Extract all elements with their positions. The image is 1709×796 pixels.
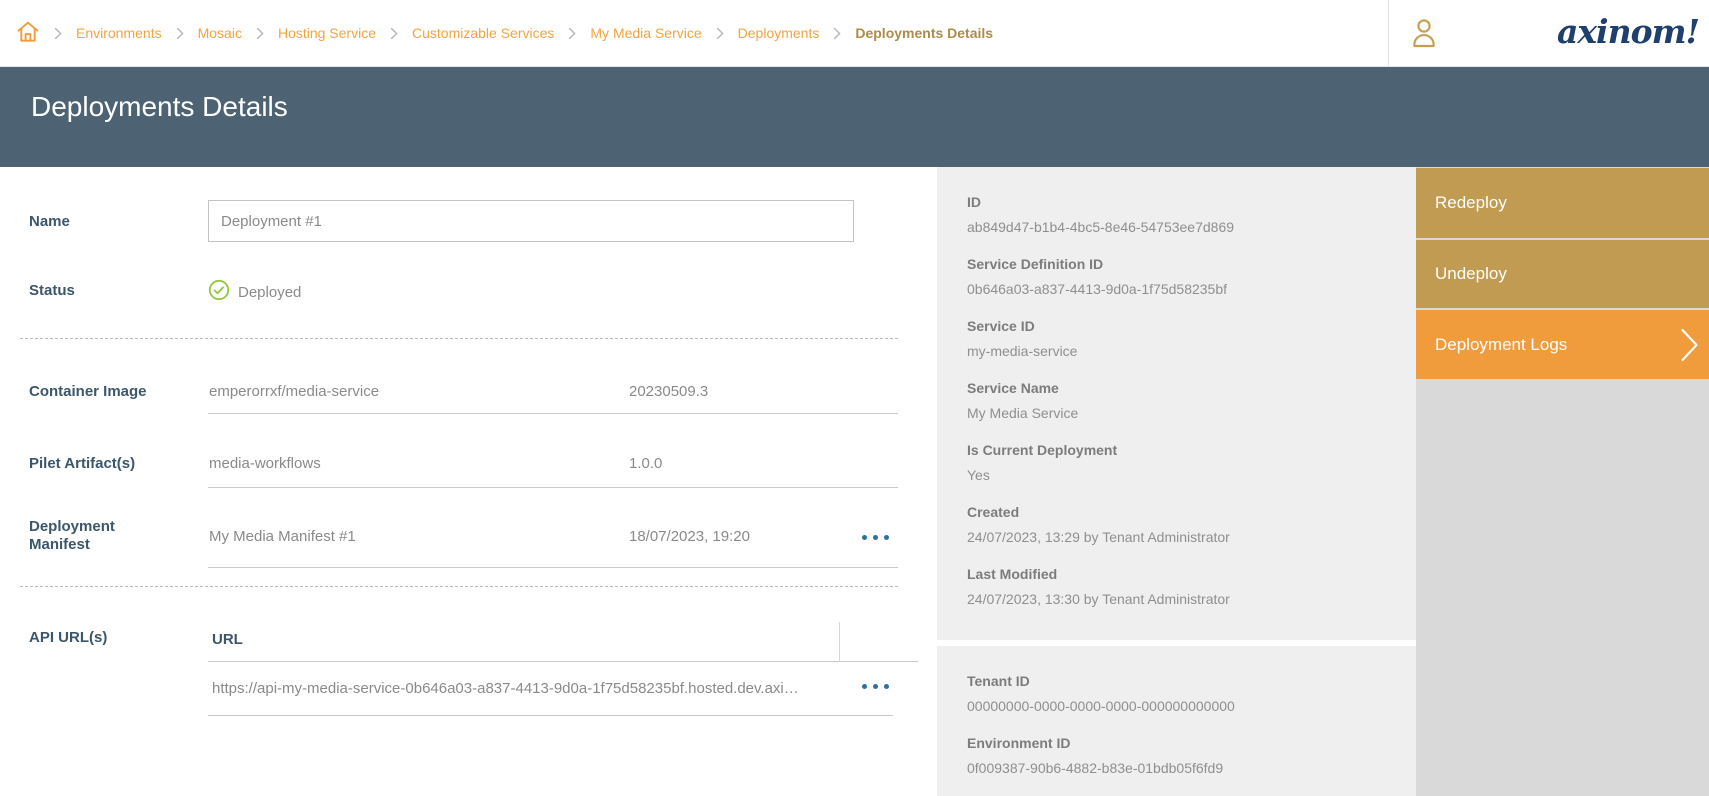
breadcrumb-item-customizable-services[interactable]: Customizable Services [412,25,554,41]
container-image-value: emperorrxf/media-service [209,383,379,401]
field-label: Service ID [967,317,1396,335]
home-icon [16,19,40,48]
info-field-last-modified: Last Modified 24/07/2023, 13:30 by Tenan… [967,565,1396,608]
undeploy-button-label: Undeploy [1435,264,1507,284]
field-value: 0b646a03-a837-4413-9d0a-1f75d58235bf [967,280,1396,298]
pilet-artifacts-label: Pilet Artifact(s) [29,455,189,473]
field-value: ab849d47-b1b4-4bc5-8e46-54753ee7d869 [967,218,1396,236]
redeploy-button[interactable]: Redeploy [1416,168,1709,238]
redeploy-button-label: Redeploy [1435,193,1507,213]
ellipsis-dot [862,684,867,689]
ellipsis-dot [873,535,878,540]
breadcrumb-item-mosaic[interactable]: Mosaic [198,25,242,41]
page-title: Deployments Details [0,67,1709,123]
deployment-manifest-label: Deployment Manifest [29,518,139,554]
details-side-panel: ID ab849d47-b1b4-4bc5-8e46-54753ee7d869 … [937,167,1416,796]
field-label: Environment ID [967,734,1396,752]
field-label: Is Current Deployment [967,441,1396,459]
chevron-right-icon [1680,327,1699,368]
field-label: Tenant ID [967,672,1396,690]
field-value: 00000000-0000-0000-0000-000000000000 [967,697,1396,715]
column-divider [839,622,840,662]
container-image-label: Container Image [29,383,189,401]
deployment-logs-button[interactable]: Deployment Logs [1416,310,1709,379]
api-url-text: https://api-my-media-service-0b646a03-a8… [212,680,799,697]
row-divider [208,413,898,414]
info-field-service-id: Service ID my-media-service [967,317,1396,360]
info-field-tenant-id: Tenant ID 00000000-0000-0000-0000-000000… [967,672,1396,715]
deployment-manifest-date: 18/07/2023, 19:20 [629,528,750,546]
main-content: Name Status Deployed Container Image emp… [0,167,937,796]
field-label: Service Definition ID [967,255,1396,273]
info-field-id: ID ab849d47-b1b4-4bc5-8e46-54753ee7d869 [967,193,1396,236]
chevron-right-icon [716,27,724,40]
row-divider [208,567,898,568]
field-value: 24/07/2023, 13:29 by Tenant Administrato… [967,528,1396,546]
chevron-right-icon [256,27,264,40]
field-label: Service Name [967,379,1396,397]
breadcrumb-item-deployments[interactable]: Deployments [738,25,820,41]
ellipsis-dot [862,535,867,540]
name-label: Name [29,213,189,231]
manifest-more-menu-button[interactable] [858,529,893,546]
axinom-logo[interactable]: axinom! [1557,12,1699,51]
field-label: ID [967,193,1396,211]
field-value: My Media Service [967,404,1396,422]
api-urls-label: API URL(s) [29,629,189,647]
actions-column: Redeploy Undeploy Deployment Logs [1416,167,1709,796]
ellipsis-dot [884,535,889,540]
info-field-service-name: Service Name My Media Service [967,379,1396,422]
api-url-table: URL https://api-my-media-service-0b646a0… [208,618,918,716]
info-field-created: Created 24/07/2023, 13:29 by Tenant Admi… [967,503,1396,546]
ellipsis-dot [873,684,878,689]
pilet-artifact-version: 1.0.0 [629,455,662,473]
chevron-right-icon [176,27,184,40]
info-field-is-current-deployment: Is Current Deployment Yes [967,441,1396,484]
section-divider [20,586,898,587]
row-divider [208,487,898,488]
url-table-row: https://api-my-media-service-0b646a03-a8… [208,662,893,716]
field-value: 24/07/2023, 13:30 by Tenant Administrato… [967,590,1396,608]
undeploy-button[interactable]: Undeploy [1416,240,1709,308]
section-divider [20,338,898,339]
status-text: Deployed [238,284,301,301]
breadcrumb: Environments Mosaic Hosting Service Cust… [16,0,993,66]
tenant-info-section: Tenant ID 00000000-0000-0000-0000-000000… [937,646,1416,796]
breadcrumb-item-my-media-service[interactable]: My Media Service [590,25,701,41]
container-image-tag: 20230509.3 [629,383,708,401]
breadcrumb-item-hosting-service[interactable]: Hosting Service [278,25,376,41]
url-column-header: URL [212,631,243,648]
field-value: 0f009387-90b6-4882-b83e-01bdb05f6fd9 [967,759,1396,777]
url-more-menu-button[interactable] [858,678,893,695]
home-link[interactable] [16,19,40,48]
chevron-right-icon [390,27,398,40]
chevron-right-icon [54,27,62,40]
user-menu-button[interactable] [1408,16,1440,57]
chevron-right-icon [568,27,576,40]
info-field-service-definition-id: Service Definition ID 0b646a03-a837-4413… [967,255,1396,298]
check-circle-icon [208,279,230,306]
breadcrumb-current: Deployments Details [855,25,993,41]
name-input[interactable] [208,200,854,242]
page-header: Deployments Details [0,67,1709,167]
topbar-divider [1388,0,1389,66]
info-field-environment-id: Environment ID 0f009387-90b6-4882-b83e-0… [967,734,1396,777]
top-bar: Environments Mosaic Hosting Service Cust… [0,0,1709,67]
field-value: Yes [967,466,1396,484]
field-value: my-media-service [967,342,1396,360]
field-label: Last Modified [967,565,1396,583]
status-value: Deployed [208,279,301,306]
ellipsis-dot [884,684,889,689]
pilet-artifact-name: media-workflows [209,455,321,473]
field-label: Created [967,503,1396,521]
user-icon [1408,39,1440,56]
status-label: Status [29,282,189,300]
deployment-info-section: ID ab849d47-b1b4-4bc5-8e46-54753ee7d869 … [937,167,1416,640]
breadcrumb-item-environments[interactable]: Environments [76,25,162,41]
url-table-header: URL [208,618,918,662]
deployment-logs-button-label: Deployment Logs [1435,335,1567,355]
deployment-manifest-name: My Media Manifest #1 [209,528,356,546]
chevron-right-icon [833,27,841,40]
